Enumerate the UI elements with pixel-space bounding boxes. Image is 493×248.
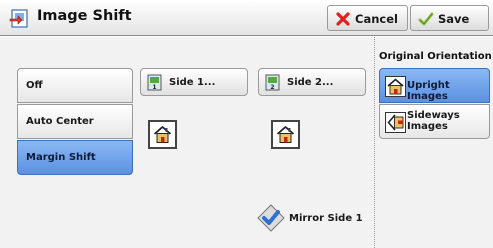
- cancel-label: Cancel: [355, 12, 398, 26]
- option-auto-center[interactable]: Auto Center: [17, 104, 133, 139]
- checkbox-check-icon: [257, 204, 285, 232]
- sideways-house-icon: [385, 112, 406, 133]
- save-label: Save: [438, 12, 470, 26]
- save-button[interactable]: Save: [410, 5, 489, 31]
- svg-text:2: 2: [270, 84, 274, 91]
- cancel-button[interactable]: Cancel: [327, 5, 408, 31]
- side-1-preview: [148, 120, 177, 149]
- side-2-preview: [271, 120, 300, 149]
- side2-page-icon: 2: [265, 74, 283, 91]
- option-off[interactable]: Off: [17, 68, 133, 103]
- page-title: Image Shift: [37, 8, 132, 24]
- option-label: Off: [26, 80, 43, 91]
- sideways-images-button[interactable]: Sideways Images: [379, 104, 490, 139]
- side-1-button[interactable]: 1 Side 1...: [140, 68, 248, 96]
- orientation-heading: Original Orientation: [379, 51, 492, 62]
- divider: [374, 37, 375, 248]
- upright-house-icon: [385, 76, 406, 97]
- upright-label: Upright Images: [407, 80, 450, 102]
- sideways-label: Sideways Images: [407, 110, 460, 132]
- x-icon: [335, 11, 351, 27]
- svg-text:1: 1: [152, 84, 156, 91]
- house-icon: [276, 126, 295, 143]
- checkmark-icon: [418, 11, 434, 27]
- option-label: Margin Shift: [26, 152, 96, 163]
- side-2-label: Side 2...: [287, 77, 334, 88]
- title-bar: Image Shift Cancel Save: [0, 0, 493, 36]
- mirror-side-1-checkbox[interactable]: Mirror Side 1: [257, 204, 367, 232]
- upright-images-button[interactable]: Upright Images: [379, 68, 490, 103]
- house-icon: [153, 126, 172, 143]
- side-1-label: Side 1...: [169, 77, 216, 88]
- option-margin-shift[interactable]: Margin Shift: [17, 140, 133, 175]
- image-shift-icon: [9, 7, 31, 29]
- side1-page-icon: 1: [147, 74, 165, 91]
- side-2-button[interactable]: 2 Side 2...: [258, 68, 366, 96]
- option-label: Auto Center: [26, 116, 94, 127]
- mirror-label: Mirror Side 1: [289, 213, 363, 224]
